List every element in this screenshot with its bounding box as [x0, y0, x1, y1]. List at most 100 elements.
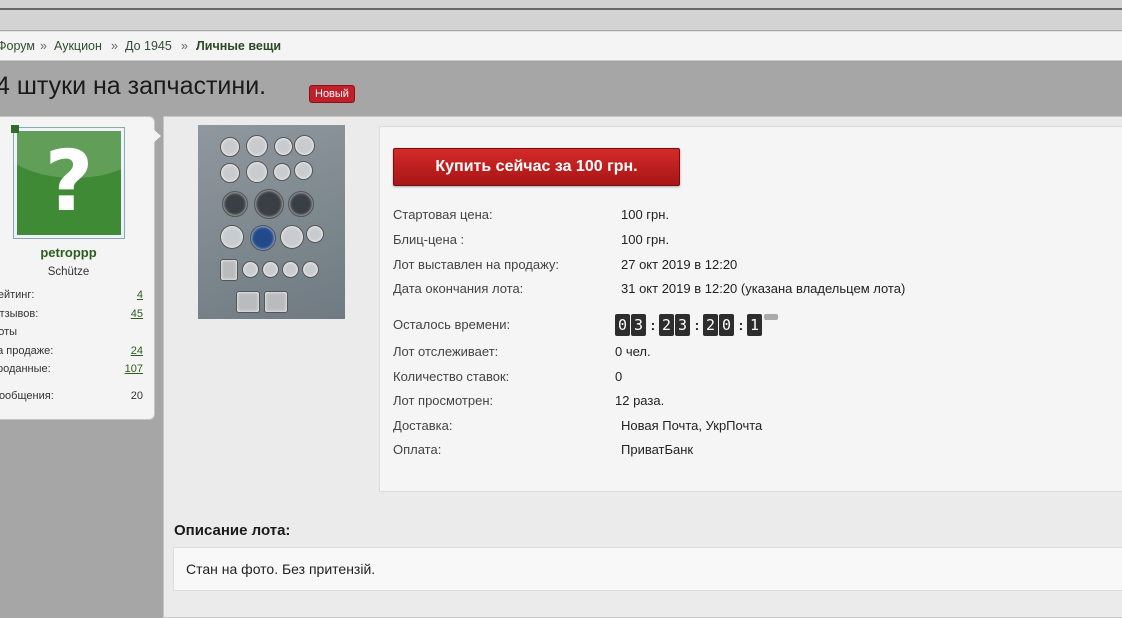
stat-label: Рейтинг: — [0, 289, 35, 301]
buy-now-button[interactable]: Купить сейчас за 100 грн. — [393, 148, 680, 186]
page-title: 4 штуки на запчастини. — [0, 72, 267, 100]
watch-part-image — [282, 261, 299, 278]
description-text: Стан на фото. Без притензій. — [186, 561, 376, 577]
watch-part-image — [273, 163, 291, 181]
field-label: Лот просмотрен: — [393, 393, 494, 408]
watch-part-image — [250, 225, 276, 251]
lot-info-panel: Купить сейчас за 100 грн. Стартовая цена… — [379, 126, 1122, 492]
watch-part-image — [306, 225, 324, 243]
lot-field-time-left: Осталось времени: 03:23:20:1 — [393, 314, 778, 336]
countdown-digit: 0 — [615, 314, 630, 336]
lot-field-payment: Оплата: ПриватБанк — [393, 442, 693, 457]
watch-part-image — [220, 259, 238, 281]
stat-label: проданные: — [0, 363, 51, 375]
countdown-digit-partial — [764, 314, 778, 320]
countdown-digit: 3 — [675, 314, 690, 336]
avatar-corner-marker — [11, 125, 19, 133]
field-label: Блиц-цена : — [393, 232, 465, 247]
countdown-digit: 0 — [719, 314, 734, 336]
user-title: Schütze — [47, 266, 90, 278]
countdown-colon: : — [738, 317, 744, 333]
watch-part-image — [262, 261, 279, 278]
breadcrumb: Форум » Аукцион » До 1945 » Личные вещи — [0, 31, 1122, 61]
countdown-digit: 3 — [631, 314, 646, 336]
stat-label: Сообщения: — [0, 390, 54, 402]
watch-part-image — [274, 137, 293, 156]
lot-field-watchers: Лот отслеживает: 0 чел. — [393, 344, 651, 359]
breadcrumb-item-auction[interactable]: Аукцион — [54, 32, 102, 60]
countdown-colon: : — [650, 317, 656, 333]
watch-part-image — [302, 261, 319, 278]
stat-label: Отзывов: — [0, 308, 39, 320]
lot-field-views: Лот просмотрен: 12 раза. — [393, 393, 664, 408]
watch-part-image — [220, 225, 244, 249]
photo-background — [198, 125, 345, 319]
field-value: 12 раза. — [615, 393, 665, 408]
watch-part-image — [254, 189, 284, 219]
description-heading: Описание лота: — [174, 522, 291, 539]
lot-field-end-date: Дата окончания лота: 31 окт 2019 в 12:20… — [393, 281, 905, 296]
breadcrumb-item-forum[interactable]: Форум — [0, 32, 35, 60]
watch-part-image — [288, 191, 314, 217]
field-value: 100 грн. — [621, 207, 670, 222]
watch-part-image — [280, 225, 304, 249]
stat-value-link[interactable]: 45 — [131, 308, 143, 320]
watch-part-image — [246, 161, 268, 183]
field-value: 27 окт 2019 в 12:20 — [621, 257, 738, 272]
stat-value-link[interactable]: 107 — [125, 363, 143, 375]
question-mark-icon: ? — [44, 132, 94, 230]
avatar[interactable]: ? — [13, 127, 125, 239]
stat-value-link[interactable]: 24 — [131, 345, 143, 357]
field-value: 100 грн. — [621, 232, 670, 247]
countdown-digit: 1 — [747, 314, 762, 336]
username-link[interactable]: petroppp — [0, 245, 146, 260]
field-label: Лот отслеживает: — [393, 344, 499, 359]
watch-part-image — [220, 163, 240, 183]
field-label: Осталось времени: — [393, 317, 511, 332]
stat-value-link[interactable]: 4 — [137, 289, 143, 301]
field-value: ПриватБанк — [621, 442, 694, 457]
countdown-timer: 03:23:20:1 — [615, 314, 778, 336]
field-value: 0 — [615, 369, 623, 384]
breadcrumb-item-before-1945[interactable]: До 1945 — [125, 32, 172, 60]
field-label: Лот выставлен на продажу: — [393, 257, 560, 272]
watch-part-image — [220, 137, 240, 157]
watch-part-image — [236, 291, 260, 313]
watch-part-image — [264, 291, 288, 313]
field-label: Количество ставок: — [393, 369, 510, 384]
lot-field-bids: Количество ставок: 0 — [393, 369, 622, 384]
field-label: Оплата: — [393, 442, 442, 457]
stat-label: на продаже: — [0, 345, 54, 357]
lot-field-blitz-price: Блиц-цена : 100 грн. — [393, 232, 669, 247]
breadcrumb-separator: » — [40, 39, 47, 53]
field-value: Новая Почта, УкрПочта — [621, 418, 763, 433]
watch-part-image — [294, 161, 313, 180]
stat-value: 20 — [130, 390, 143, 402]
lot-field-listed-date: Лот выставлен на продажу: 27 окт 2019 в … — [393, 257, 737, 272]
user-info-panel: ? petroppp Schütze Рейтинг: 4 Отзывов: 4… — [0, 116, 155, 420]
watch-part-image — [242, 261, 259, 278]
lot-photo[interactable] — [198, 125, 345, 319]
field-value: 0 чел. — [615, 344, 651, 359]
breadcrumb-separator: » — [111, 39, 118, 53]
new-badge: Новый — [309, 85, 355, 103]
lot-field-start-price: Стартовая цена: 100 грн. — [393, 207, 669, 222]
watch-part-image — [246, 135, 268, 157]
field-label: Дата окончания лота: — [393, 281, 524, 296]
countdown-colon: : — [694, 317, 700, 333]
top-bar-line — [0, 8, 1122, 10]
lot-content: Купить сейчас за 100 грн. Стартовая цена… — [163, 116, 1122, 618]
watch-part-image — [294, 135, 315, 156]
title-row: 4 штуки на запчастини. Новый — [0, 60, 1122, 116]
countdown-digit: 2 — [659, 314, 674, 336]
breadcrumb-separator: » — [181, 39, 188, 53]
watch-part-image — [222, 191, 248, 217]
user-panel-arrow — [152, 128, 161, 144]
field-label: Стартовая цена: — [393, 207, 493, 222]
breadcrumb-item-current[interactable]: Личные вещи — [196, 32, 281, 60]
field-label: Доставка: — [393, 418, 453, 433]
countdown-digit: 2 — [703, 314, 718, 336]
top-bar — [0, 0, 1122, 31]
description-box: Стан на фото. Без притензій. — [173, 547, 1122, 591]
lot-field-delivery: Доставка: Новая Почта, УкрПочта — [393, 418, 762, 433]
